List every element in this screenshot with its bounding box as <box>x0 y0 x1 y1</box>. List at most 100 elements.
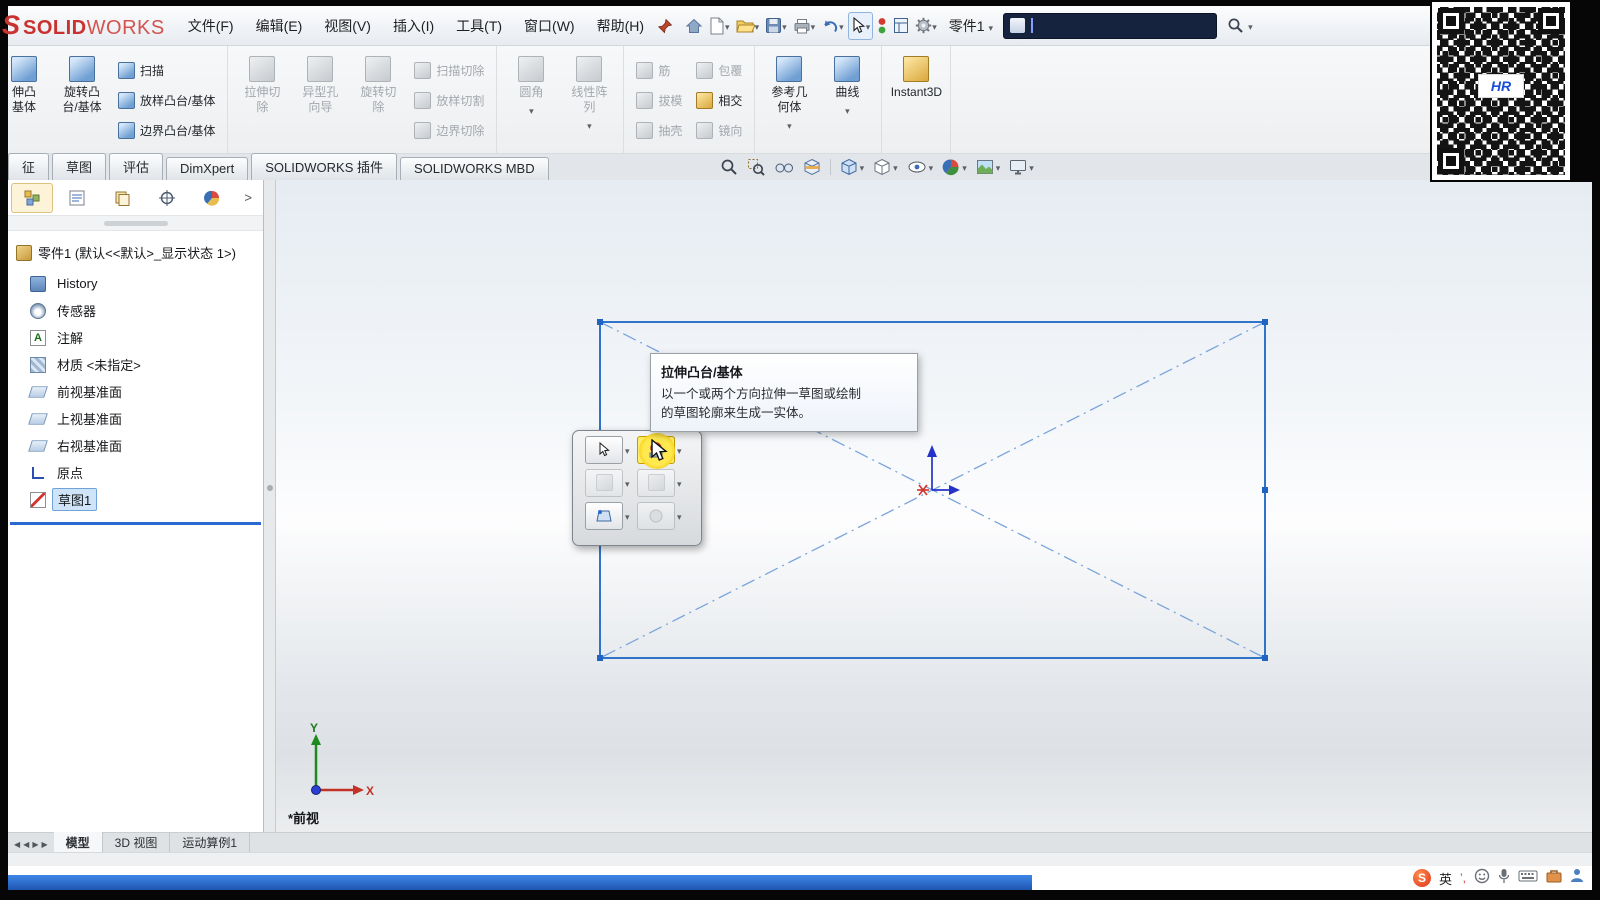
boundary-boss-button[interactable]: 边界凸台/基体 <box>115 116 218 145</box>
revolve-cut-button[interactable]: 旋转切 除 <box>349 49 407 152</box>
undo-button[interactable] <box>819 12 846 40</box>
reference-geometry-button[interactable]: 参考几 何体 <box>760 49 818 152</box>
display-manager-tab[interactable] <box>191 183 233 213</box>
curves-button[interactable]: 曲线 <box>818 49 876 152</box>
home-button[interactable] <box>683 12 705 40</box>
context-refgeo-dropdown[interactable] <box>625 507 637 525</box>
sweep-button[interactable]: 扫描 <box>115 56 218 85</box>
tab-mbd[interactable]: SOLIDWORKS MBD <box>400 157 549 180</box>
context-select-tool[interactable] <box>585 436 623 464</box>
tab-model[interactable]: 模型 <box>54 832 103 853</box>
new-document-button[interactable] <box>707 12 732 40</box>
options-gear-button[interactable] <box>913 12 939 40</box>
rib-button[interactable]: 筋 <box>633 56 685 85</box>
tab-features[interactable]: 征 <box>8 153 49 180</box>
graphics-area[interactable]: Y X *前视 拉伸凸台/基体 以一个或两个方向拉伸一草图或绘制 的草图轮廓来生… <box>276 180 1592 832</box>
search-input[interactable] <box>1003 13 1217 39</box>
tree-root-item[interactable]: 零件1 (默认<<默认>_显示状态 1>) <box>8 231 263 270</box>
section-view-icon[interactable] <box>803 158 821 176</box>
tree-item-sketch1[interactable]: 草图1 <box>8 486 263 513</box>
search-options-dropdown[interactable] <box>1248 17 1253 35</box>
tree-item-origin[interactable]: 原点 <box>8 459 263 486</box>
report-button[interactable] <box>891 12 911 40</box>
edit-appearance-icon[interactable] <box>942 158 967 176</box>
hide-show-items-icon[interactable] <box>907 158 934 176</box>
extrude-cut-button[interactable]: 拉伸切 除 <box>233 49 291 152</box>
menu-insert[interactable]: 插入(I) <box>382 11 445 41</box>
splitter-grip[interactable] <box>267 485 273 491</box>
shell-button[interactable]: 抽壳 <box>633 116 685 145</box>
previous-view-icon[interactable] <box>774 159 794 175</box>
tab-dimxpert[interactable]: DimXpert <box>166 157 248 180</box>
tree-item-sensors[interactable]: 传感器 <box>8 297 263 324</box>
ime-keyboard-icon[interactable] <box>1518 869 1538 888</box>
ime-language-indicator[interactable]: 英 <box>1439 869 1452 888</box>
view-settings-icon[interactable] <box>1009 158 1034 176</box>
tab-evaluate[interactable]: 评估 <box>109 153 163 180</box>
context-extrude-dropdown[interactable] <box>677 441 689 459</box>
menu-help[interactable]: 帮助(H) <box>586 11 655 41</box>
tree-item-top-plane[interactable]: 上视基准面 <box>8 405 263 432</box>
tab-scroll-buttons[interactable] <box>8 836 54 850</box>
menu-window[interactable]: 窗口(W) <box>513 11 586 41</box>
tree-item-material[interactable]: 材质 <未指定> <box>8 351 263 378</box>
intersect-button[interactable]: 相交 <box>693 86 745 115</box>
extrude-boss-button[interactable]: 伸凸 基体 <box>8 49 53 152</box>
loft-cut-button[interactable]: 放样切割 <box>411 86 487 115</box>
display-style-icon[interactable] <box>873 158 898 176</box>
document-selector[interactable]: 零件1 <box>949 16 993 36</box>
context-revolve-tool[interactable] <box>637 469 675 497</box>
feature-manager-tab[interactable] <box>11 183 53 213</box>
property-manager-tab[interactable] <box>56 183 98 213</box>
tab-motion-study[interactable]: 运动算例1 <box>170 832 250 853</box>
context-revolve-dropdown[interactable] <box>677 474 689 492</box>
ime-toolbox-icon[interactable] <box>1546 869 1562 888</box>
menu-edit[interactable]: 编辑(E) <box>245 11 314 41</box>
dimxpert-manager-tab[interactable] <box>146 183 188 213</box>
ime-microphone-icon[interactable] <box>1498 868 1510 889</box>
boundary-cut-button[interactable]: 边界切除 <box>411 116 487 145</box>
zoom-area-icon[interactable] <box>747 158 765 176</box>
panel-scroll-strip[interactable] <box>8 216 263 231</box>
hole-wizard-button[interactable]: 异型孔 向导 <box>291 49 349 152</box>
revolve-boss-button[interactable]: 旋转凸 台/基体 <box>53 49 111 152</box>
fillet-button[interactable]: 圆角 <box>502 49 560 152</box>
tree-item-front-plane[interactable]: 前视基准面 <box>8 378 263 405</box>
zoom-fit-icon[interactable] <box>720 158 738 176</box>
sweep-cut-button[interactable]: 扫描切除 <box>411 56 487 85</box>
panel-splitter[interactable] <box>264 180 276 832</box>
save-button[interactable] <box>763 12 789 40</box>
view-orientation-icon[interactable] <box>840 158 865 176</box>
ime-punctuation-indicator[interactable]: ’, <box>1460 871 1466 885</box>
print-button[interactable] <box>791 12 818 40</box>
rollback-bar[interactable] <box>10 522 261 525</box>
menu-view[interactable]: 视图(V) <box>313 11 382 41</box>
tree-item-history[interactable]: History <box>8 270 263 297</box>
instant3d-button[interactable]: Instant3D <box>887 49 945 152</box>
apply-scene-icon[interactable] <box>976 158 1001 176</box>
tab-scroll-right-icon[interactable] <box>32 836 38 850</box>
traffic-light-icon[interactable] <box>875 12 889 40</box>
context-select-dropdown[interactable] <box>625 441 637 459</box>
tab-3d-views[interactable]: 3D 视图 <box>103 832 171 853</box>
context-appearance-dropdown[interactable] <box>677 507 689 525</box>
pin-menu-icon[interactable] <box>655 12 675 40</box>
wrap-button[interactable]: 包覆 <box>693 56 745 85</box>
linear-pattern-button[interactable]: 线性阵 列 <box>560 49 618 152</box>
context-cut-dropdown[interactable] <box>625 474 637 492</box>
mirror-button[interactable]: 镜向 <box>693 116 745 145</box>
menu-file[interactable]: 文件(F) <box>177 11 245 41</box>
configuration-manager-tab[interactable] <box>101 183 143 213</box>
panel-expand-chevron[interactable] <box>244 190 260 205</box>
tree-item-right-plane[interactable]: 右视基准面 <box>8 432 263 459</box>
tab-addins[interactable]: SOLIDWORKS 插件 <box>251 153 397 180</box>
loft-button[interactable]: 放样凸台/基体 <box>115 86 218 115</box>
tab-scroll-last-icon[interactable] <box>41 836 47 850</box>
context-appearance-tool[interactable] <box>637 502 675 530</box>
tab-scroll-first-icon[interactable] <box>14 836 20 850</box>
tab-sketch[interactable]: 草图 <box>52 153 106 180</box>
menu-tools[interactable]: 工具(T) <box>445 11 513 41</box>
tree-item-annotations[interactable]: 注解 <box>8 324 263 351</box>
tray-person-icon[interactable] <box>1570 868 1584 888</box>
open-button[interactable] <box>734 12 762 40</box>
